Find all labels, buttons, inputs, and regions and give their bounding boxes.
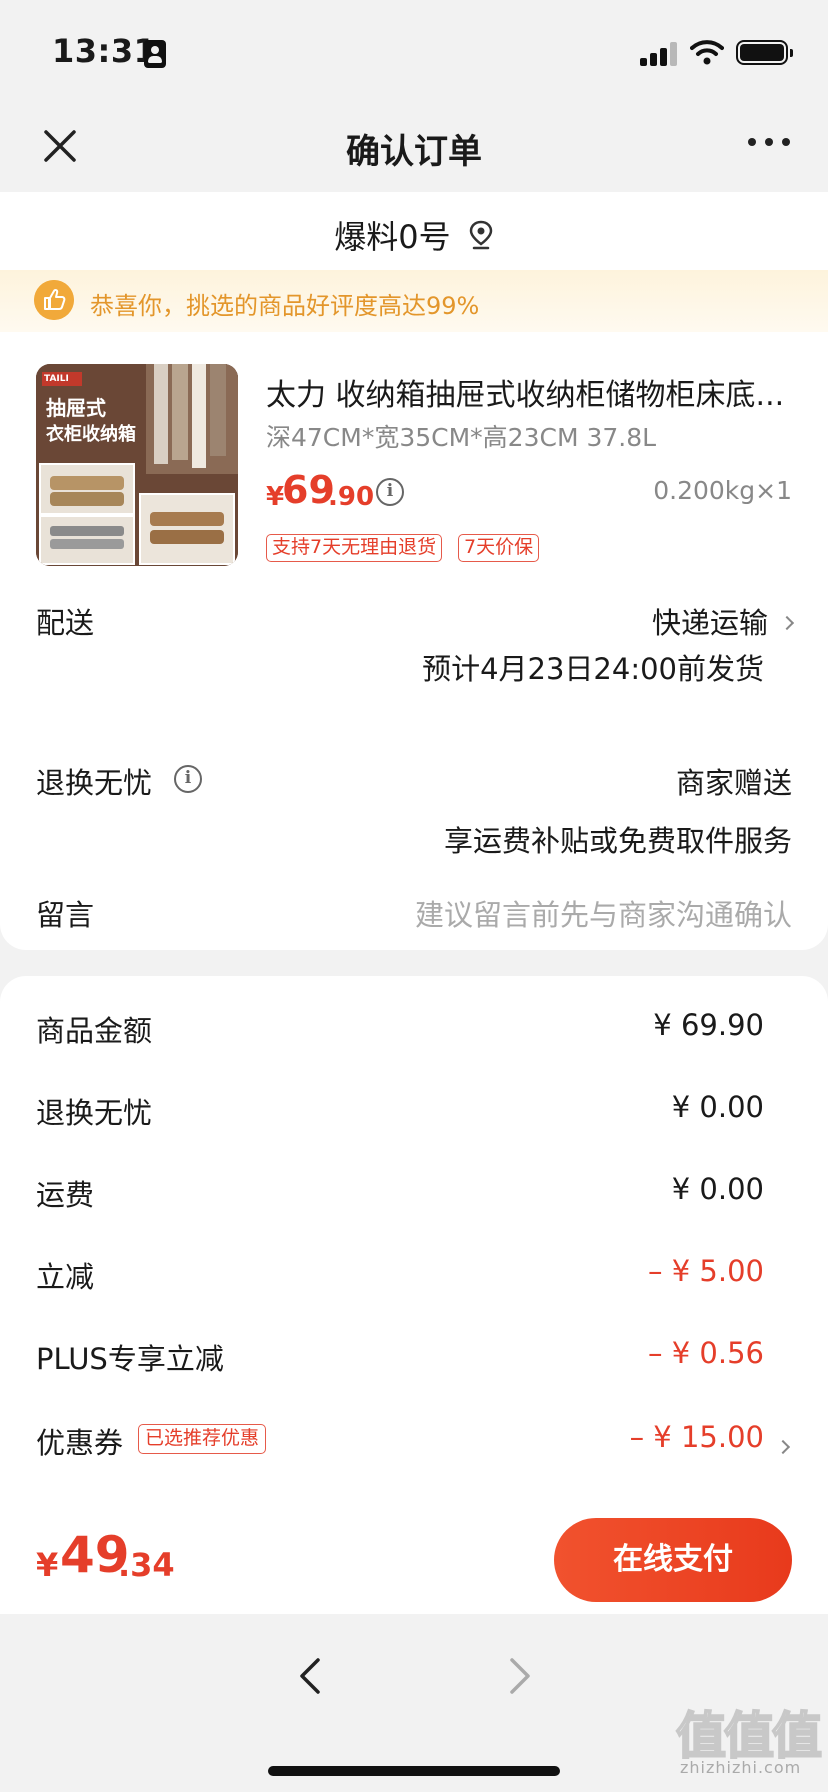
summary-label-plus: PLUS专享立减	[36, 1342, 224, 1376]
summary-label-discount: 立减	[36, 1260, 95, 1294]
price-protect-tag: 7天价保	[458, 534, 540, 562]
price-summary-card: 商品金额 ¥ 69.90 退换无忧 ¥ 0.00 运费 ¥ 0.00 立减 – …	[0, 976, 828, 1490]
return-service-value: 商家赠送	[675, 766, 792, 800]
order-card: 爆料0号 恭喜你，挑选的商品好评度高达99% TAILI 抽屉式 衣柜收纳箱 太…	[0, 192, 828, 950]
praise-banner: 恭喜你，挑选的商品好评度高达99%	[0, 270, 828, 332]
product-image-caption-1: 抽屉式	[46, 396, 106, 420]
page-title: 确认订单	[346, 132, 482, 172]
product-image-caption-2: 衣柜收纳箱	[46, 424, 136, 445]
summary-label-coupon: 优惠券	[36, 1426, 124, 1460]
checkout-bar: ¥ 49 .34 在线支付	[0, 1490, 828, 1614]
summary-label-shipping: 运费	[36, 1178, 95, 1212]
contact-card-icon	[144, 40, 166, 68]
location-icon	[469, 220, 492, 250]
message-label: 留言	[36, 898, 95, 932]
chevron-right-icon	[779, 615, 795, 631]
chevron-right-icon[interactable]	[775, 1439, 791, 1455]
product-image-brand: TAILI	[44, 374, 69, 384]
status-bar: 13:31	[0, 0, 828, 100]
summary-value-discount: – ¥ 5.00	[648, 1254, 764, 1288]
summary-value-coupon[interactable]: – ¥ 15.00	[630, 1420, 764, 1454]
browser-toolbar: 值值值 zhizhizhi.com	[0, 1614, 828, 1792]
product-title[interactable]: 太力 收纳箱抽屉式收纳柜储物柜床底...	[266, 370, 796, 414]
coupon-recommend-tag: 已选推荐优惠	[138, 1424, 267, 1454]
price-decimal: .90	[328, 482, 375, 512]
return-service-desc: 享运费补贴或免费取件服务	[443, 824, 792, 858]
cellular-signal-icon	[640, 42, 678, 66]
total-symbol: ¥	[36, 1546, 59, 1584]
watermark-site: zhizhizhi.com	[680, 1758, 802, 1777]
delivery-label: 配送	[36, 606, 95, 640]
return-policy-tag: 支持7天无理由退货	[266, 534, 443, 562]
summary-value-goods: ¥ 69.90	[653, 1008, 764, 1042]
total-decimal: .34	[118, 1546, 175, 1584]
summary-label-goods: 商品金额	[36, 1014, 153, 1048]
pay-online-button[interactable]: 在线支付	[554, 1518, 792, 1602]
shop-name: 爆料0号	[334, 218, 451, 256]
status-time: 13:31	[52, 32, 157, 70]
product-image[interactable]: TAILI 抽屉式 衣柜收纳箱	[36, 364, 238, 566]
banner-text: 恭喜你，挑选的商品好评度高达99%	[90, 292, 480, 320]
watermark: 值值值 zhizhizhi.com	[675, 1696, 823, 1786]
more-icon[interactable]	[748, 136, 790, 148]
shop-row[interactable]: 爆料0号	[0, 192, 828, 270]
product-spec: 深47CM*宽35CM*高23CM 37.8L	[266, 423, 657, 452]
thumbs-up-icon	[34, 280, 74, 320]
home-indicator[interactable]	[268, 1766, 560, 1776]
delivery-estimate: 预计4月23日24:00前发货	[422, 652, 764, 686]
back-arrow-icon[interactable]	[298, 1656, 322, 1696]
price-integer: 69	[282, 468, 335, 512]
message-input[interactable]: 建议留言前先与商家沟通确认	[415, 892, 792, 934]
delivery-method[interactable]: 快递运输	[651, 600, 795, 642]
weight-quantity: 0.200kg×1	[653, 476, 792, 505]
summary-value-plus: – ¥ 0.56	[648, 1336, 764, 1370]
wifi-icon	[690, 40, 724, 65]
delivery-method-text: 快递运输	[651, 606, 768, 640]
nav-bar: 确认订单	[0, 100, 828, 192]
forward-arrow-icon[interactable]	[508, 1656, 532, 1696]
return-service-label: 退换无忧	[36, 766, 153, 800]
price-info-icon[interactable]: i	[376, 478, 404, 506]
summary-value-shipping: ¥ 0.00	[671, 1172, 764, 1206]
return-info-icon[interactable]: i	[174, 765, 202, 793]
summary-value-return: ¥ 0.00	[671, 1090, 764, 1124]
summary-label-return: 退换无忧	[36, 1096, 153, 1130]
battery-icon	[736, 40, 793, 65]
